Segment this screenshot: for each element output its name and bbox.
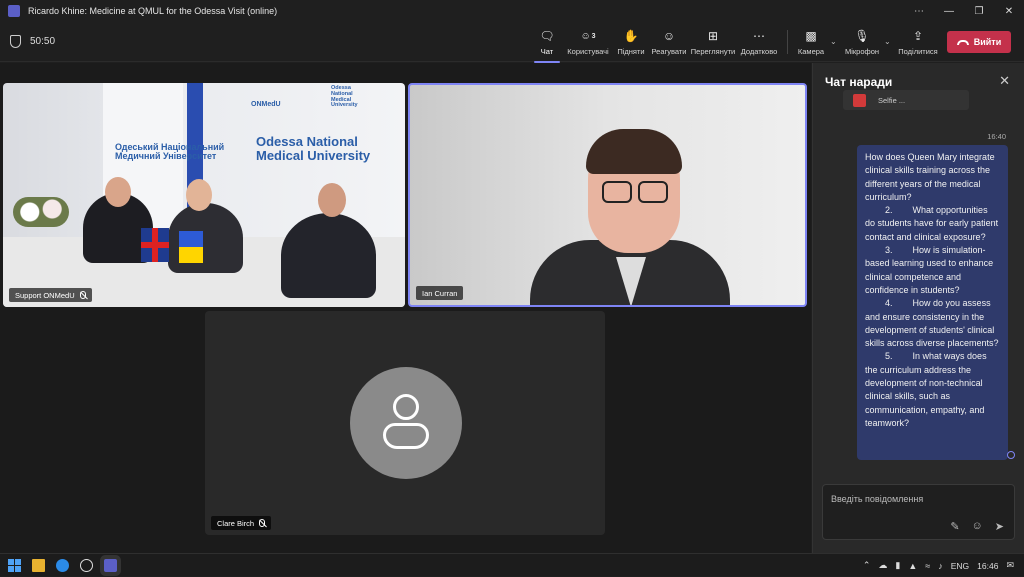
chat-icon: 🗨 <box>539 29 555 43</box>
camera-button[interactable]: ▩ Камера <box>797 26 825 60</box>
cloud-icon[interactable]: ☁ <box>878 560 887 571</box>
participant-name-tag: Support ONMedU <box>9 288 92 302</box>
shield-icon <box>10 35 21 48</box>
format-icon[interactable]: ✎ <box>950 520 959 533</box>
ukraine-flag <box>179 231 203 263</box>
microphone-off-icon: 🎙 <box>854 29 870 43</box>
compose-tools: ✎ ☺ ➤ <box>950 520 1004 533</box>
attendee-3-head <box>318 183 346 217</box>
grid-view-icon: ⊞ <box>707 29 719 43</box>
file-icon <box>853 94 866 107</box>
window-controls: ⋯ — ❐ ✕ <box>904 0 1024 22</box>
battery-icon[interactable]: ▮ <box>895 560 900 571</box>
flower-bouquet <box>13 193 73 233</box>
chevron-up-icon[interactable]: ⌃ <box>863 560 871 571</box>
more-icon: ⋯ <box>753 29 765 43</box>
system-tray: ⌃ ☁ ▮ ▲ ≈ ♪ ENG 16:46 ✉ <box>863 554 1024 577</box>
message-input[interactable]: Введіть повідомлення <box>831 494 923 504</box>
window-title: Ricardo Khine: Medicine at QMUL for the … <box>28 6 278 16</box>
microphone-off-icon <box>259 519 266 527</box>
emoji-icon[interactable]: ☺ <box>972 520 983 533</box>
share-icon: ⇪ <box>912 29 924 43</box>
banner-text-en: Odessa National Medical University <box>256 134 371 163</box>
message-compose-box[interactable]: Введіть повідомлення ✎ ☺ ➤ <box>822 484 1015 540</box>
view-button[interactable]: ⊞ Переглянути <box>691 26 735 60</box>
speaker-hair <box>586 129 682 174</box>
more-button[interactable]: ⋯ Додатково <box>740 26 778 60</box>
file-explorer-icon[interactable] <box>32 559 45 572</box>
send-icon[interactable]: ➤ <box>995 520 1004 533</box>
chrome-icon[interactable] <box>80 559 93 572</box>
raise-hand-button[interactable]: ✋ Підняти <box>616 26 646 60</box>
video-tile-support-onmedu[interactable]: Одеський Національний Медичний Університ… <box>3 83 405 307</box>
windows-start-icon[interactable] <box>8 559 21 572</box>
person-icon <box>393 394 419 420</box>
meeting-timer: 50:50 <box>30 36 56 47</box>
react-button[interactable]: ☺ Реагувати <box>651 26 687 60</box>
uk-flag <box>141 228 169 262</box>
video-stage: Одеський Національний Медичний Університ… <box>0 63 811 553</box>
banner-text-ua: Одеський Національний Медичний Університ… <box>115 142 225 162</box>
teams-taskbar-icon[interactable] <box>104 559 117 572</box>
video-tile-ian-curran[interactable]: Ian Curran <box>408 83 807 307</box>
chat-message[interactable]: How does Queen Mary integrate clinical s… <box>857 145 1008 460</box>
people-icon: ☺ 3 <box>580 30 596 42</box>
banner-small-text: Odessa National Medical University <box>331 85 358 109</box>
minimize-button[interactable]: — <box>934 0 964 22</box>
microphone-options-chevron-icon[interactable]: ⌄ <box>884 37 891 46</box>
attendee-2-head <box>186 179 212 211</box>
emoji-icon: ☺ <box>662 29 676 43</box>
language-indicator[interactable]: ENG <box>951 561 969 571</box>
raise-hand-icon: ✋ <box>623 29 639 43</box>
teams-icon <box>8 5 20 17</box>
title-bar: Ricardo Khine: Medicine at QMUL for the … <box>0 0 1024 22</box>
participant-name-tag: Clare Birch <box>211 516 272 530</box>
taskbar: ⌃ ☁ ▮ ▲ ≈ ♪ ENG 16:46 ✉ <box>0 553 1024 576</box>
phone-hangup-icon <box>956 39 969 45</box>
close-window-button[interactable]: ✕ <box>994 0 1024 22</box>
avatar <box>350 367 462 479</box>
camera-options-chevron-icon[interactable]: ⌄ <box>830 37 837 46</box>
seen-check-icon <box>1007 451 1015 459</box>
attendee-3 <box>281 213 376 298</box>
leave-button[interactable]: Вийти <box>947 31 1011 53</box>
chat-button[interactable]: 🗨 Чат <box>534 26 560 63</box>
camera-icon: ▩ <box>805 29 817 43</box>
wifi-icon[interactable]: ≈ <box>925 561 930 571</box>
share-button[interactable]: ⇪ Поділитися <box>897 26 939 60</box>
clock[interactable]: 16:46 <box>977 561 998 571</box>
volume-icon[interactable]: ♪ <box>938 561 943 571</box>
participant-name-tag: Ian Curran <box>416 286 464 300</box>
notifications-icon[interactable]: ✉ <box>1006 560 1014 571</box>
chat-title: Чат наради <box>825 75 893 89</box>
video-tile-clare-birch[interactable]: Clare Birch <box>205 311 605 535</box>
glasses-icon <box>600 181 670 205</box>
attachment-card[interactable]: Selfie ... <box>843 90 969 110</box>
meeting-toolbar: 50:50 🗨 Чат ☺ 3 Користувачі ✋ Підняти ☺ Р… <box>0 22 1024 63</box>
edge-browser-icon[interactable] <box>56 559 69 572</box>
people-button[interactable]: ☺ 3 Користувачі <box>566 26 610 60</box>
shield-tray-icon[interactable]: ▲ <box>908 561 917 571</box>
meeting-chat-panel: Чат наради ✕ Selfie ... 16:40 How does Q… <box>812 63 1024 553</box>
microphone-off-icon <box>79 291 86 299</box>
attendee-1-head <box>105 177 131 207</box>
close-icon[interactable]: ✕ <box>999 73 1010 89</box>
toolbar-divider <box>787 30 788 54</box>
maximize-button[interactable]: ❐ <box>964 0 994 22</box>
more-options-icon[interactable]: ⋯ <box>904 0 934 22</box>
message-timestamp: 16:40 <box>987 132 1006 141</box>
microphone-button[interactable]: 🎙 Мікрофон <box>843 26 881 60</box>
banner-logo-text: ONMedU <box>251 101 281 108</box>
